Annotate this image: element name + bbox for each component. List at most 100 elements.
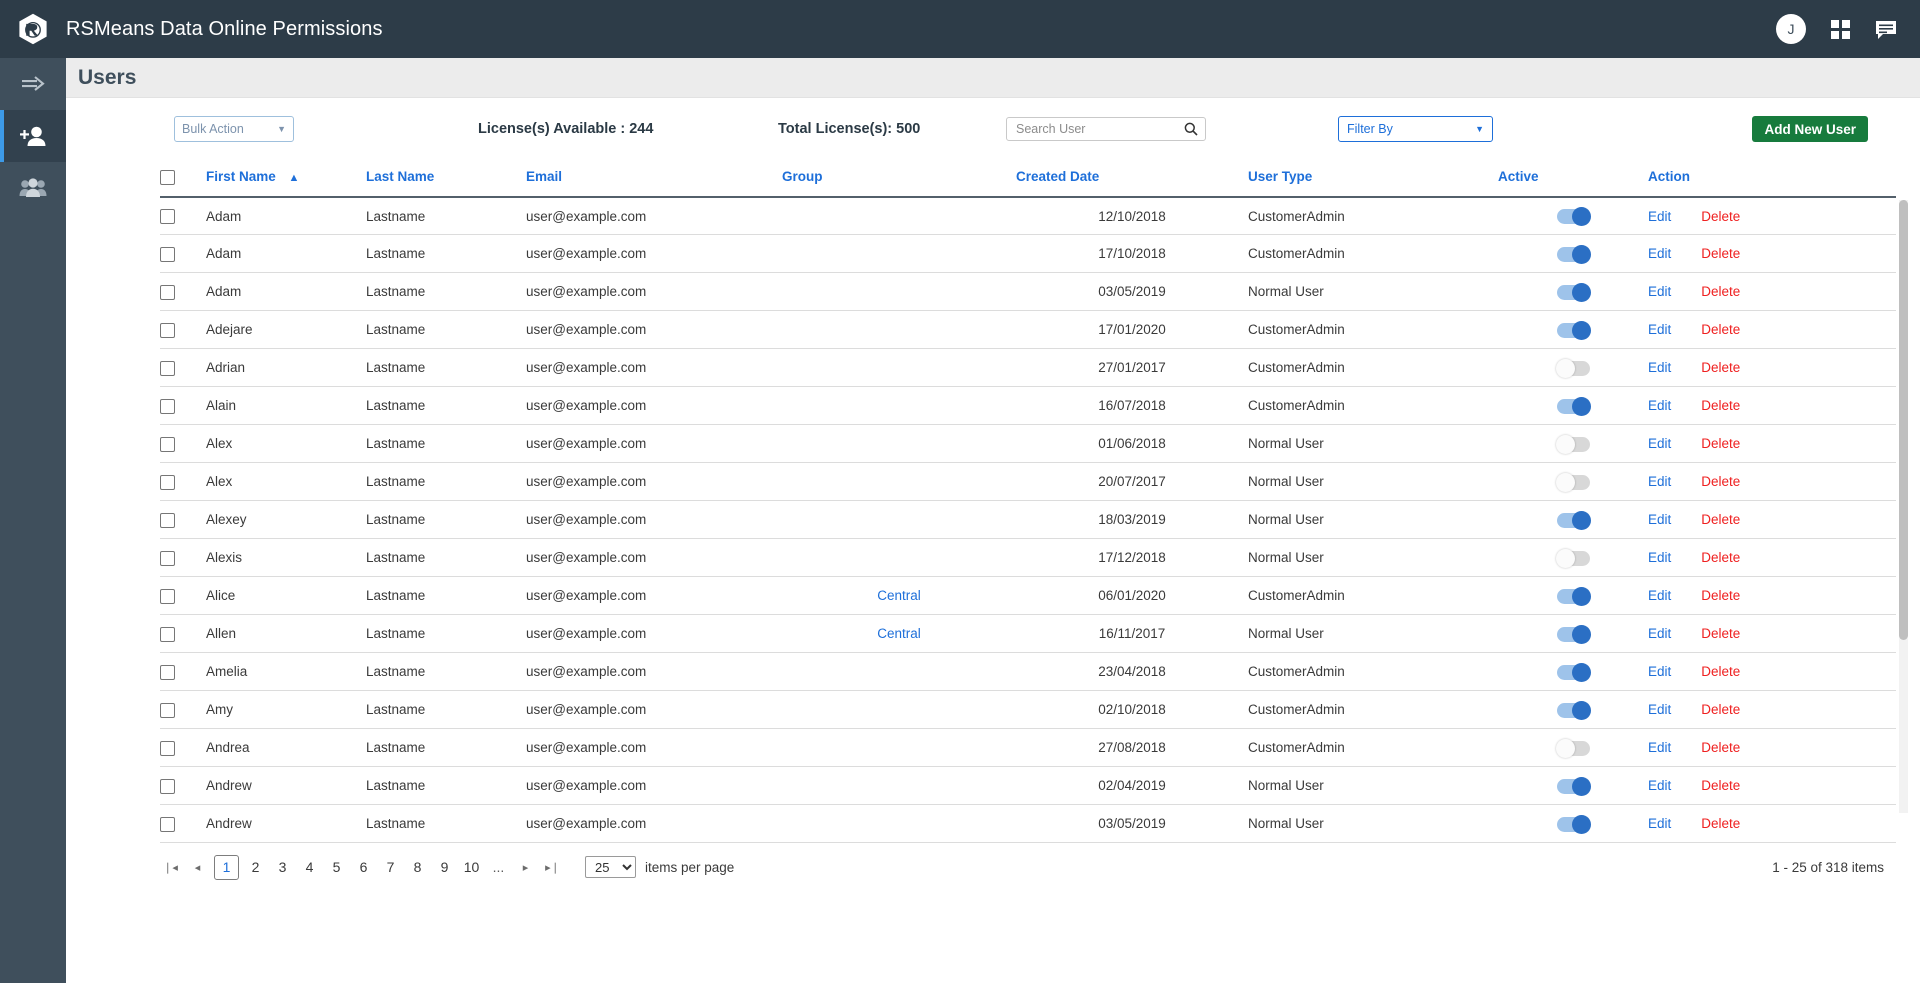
edit-link[interactable]: Edit [1648, 740, 1671, 755]
app-logo[interactable] [0, 12, 66, 46]
active-toggle[interactable] [1555, 434, 1590, 454]
delete-link[interactable]: Delete [1701, 436, 1740, 451]
row-checkbox[interactable] [160, 588, 175, 604]
active-toggle[interactable] [1555, 548, 1590, 568]
row-checkbox[interactable] [160, 360, 175, 376]
page-number-9[interactable]: 9 [434, 855, 455, 880]
edit-link[interactable]: Edit [1648, 626, 1671, 641]
column-header-user-type[interactable]: User Type [1248, 160, 1498, 198]
sidebar-item-expand[interactable] [0, 58, 66, 110]
column-header-email[interactable]: Email [526, 160, 782, 198]
edit-link[interactable]: Edit [1648, 284, 1671, 299]
edit-link[interactable]: Edit [1648, 702, 1671, 717]
page-number-5[interactable]: 5 [326, 855, 347, 880]
table-scrollbar[interactable] [1899, 200, 1908, 813]
chat-bubble-icon[interactable] [1874, 17, 1898, 41]
delete-link[interactable]: Delete [1701, 398, 1740, 413]
delete-link[interactable]: Delete [1701, 284, 1740, 299]
row-checkbox[interactable] [160, 702, 175, 718]
active-toggle[interactable] [1555, 472, 1590, 492]
active-toggle[interactable] [1555, 738, 1590, 758]
active-toggle[interactable] [1556, 662, 1591, 682]
active-toggle[interactable] [1556, 510, 1591, 530]
delete-link[interactable]: Delete [1701, 246, 1740, 261]
delete-link[interactable]: Delete [1701, 322, 1740, 337]
edit-link[interactable]: Edit [1648, 360, 1671, 375]
edit-link[interactable]: Edit [1648, 550, 1671, 565]
first-page-button[interactable]: ❘◂ [160, 855, 181, 880]
delete-link[interactable]: Delete [1701, 626, 1740, 641]
edit-link[interactable]: Edit [1648, 398, 1671, 413]
row-checkbox[interactable] [160, 740, 175, 756]
row-checkbox[interactable] [160, 474, 175, 490]
edit-link[interactable]: Edit [1648, 436, 1671, 451]
search-input[interactable] [1014, 121, 1184, 137]
row-checkbox[interactable] [160, 664, 175, 680]
edit-link[interactable]: Edit [1648, 246, 1671, 261]
page-number-4[interactable]: 4 [299, 855, 320, 880]
group-link[interactable]: Central [877, 588, 921, 603]
add-new-user-button[interactable]: Add New User [1752, 116, 1868, 142]
active-toggle[interactable] [1556, 814, 1591, 834]
page-number-6[interactable]: 6 [353, 855, 374, 880]
row-checkbox[interactable] [160, 284, 175, 300]
active-toggle[interactable] [1556, 700, 1591, 720]
row-checkbox[interactable] [160, 778, 175, 794]
page-number-8[interactable]: 8 [407, 855, 428, 880]
edit-link[interactable]: Edit [1648, 322, 1671, 337]
row-checkbox[interactable] [160, 246, 175, 262]
column-header-created-date[interactable]: Created Date [1016, 160, 1248, 198]
search-icon[interactable] [1184, 122, 1198, 136]
edit-link[interactable]: Edit [1648, 778, 1671, 793]
delete-link[interactable]: Delete [1701, 360, 1740, 375]
edit-link[interactable]: Edit [1648, 588, 1671, 603]
active-toggle[interactable] [1556, 282, 1591, 302]
active-toggle[interactable] [1555, 358, 1590, 378]
edit-link[interactable]: Edit [1648, 474, 1671, 489]
group-link[interactable]: Central [877, 626, 921, 641]
row-checkbox[interactable] [160, 436, 175, 452]
delete-link[interactable]: Delete [1701, 512, 1740, 527]
column-header-active[interactable]: Active [1498, 160, 1648, 198]
row-checkbox[interactable] [160, 322, 175, 338]
page-number-7[interactable]: 7 [380, 855, 401, 880]
sidebar-item-users[interactable] [0, 110, 66, 162]
avatar[interactable]: J [1776, 14, 1806, 44]
row-checkbox[interactable] [160, 398, 175, 414]
delete-link[interactable]: Delete [1701, 702, 1740, 717]
delete-link[interactable]: Delete [1701, 664, 1740, 679]
active-toggle[interactable] [1556, 396, 1591, 416]
sidebar-item-groups[interactable] [0, 162, 66, 214]
row-checkbox[interactable] [160, 626, 175, 642]
delete-link[interactable]: Delete [1701, 209, 1740, 224]
active-toggle[interactable] [1556, 624, 1591, 644]
bulk-action-dropdown[interactable]: Bulk Action ▼ [174, 116, 294, 142]
select-all-checkbox[interactable] [160, 169, 175, 185]
edit-link[interactable]: Edit [1648, 512, 1671, 527]
delete-link[interactable]: Delete [1701, 588, 1740, 603]
row-checkbox[interactable] [160, 209, 175, 225]
row-checkbox[interactable] [160, 512, 175, 528]
page-number-3[interactable]: 3 [272, 855, 293, 880]
active-toggle[interactable] [1556, 776, 1591, 796]
items-per-page-select[interactable]: 102550100 [585, 856, 636, 879]
page-number-1[interactable]: 1 [214, 854, 239, 880]
scrollbar-thumb[interactable] [1899, 200, 1908, 640]
page-number-2[interactable]: 2 [245, 855, 266, 880]
page-number-10[interactable]: 10 [461, 855, 482, 880]
active-toggle[interactable] [1556, 207, 1591, 227]
delete-link[interactable]: Delete [1701, 816, 1740, 831]
delete-link[interactable]: Delete [1701, 550, 1740, 565]
last-page-button[interactable]: ▸❘ [542, 855, 563, 880]
column-header-first-name[interactable]: First Name ▲ [206, 160, 366, 198]
column-header-group[interactable]: Group [782, 160, 1016, 198]
column-header-last-name[interactable]: Last Name [366, 160, 526, 198]
grid-apps-icon[interactable] [1828, 17, 1852, 41]
active-toggle[interactable] [1556, 320, 1591, 340]
edit-link[interactable]: Edit [1648, 816, 1671, 831]
prev-page-button[interactable]: ◂ [187, 855, 208, 880]
delete-link[interactable]: Delete [1701, 778, 1740, 793]
next-page-button[interactable]: ▸ [515, 855, 536, 880]
search-user-box[interactable] [1006, 117, 1206, 141]
row-checkbox[interactable] [160, 816, 175, 832]
